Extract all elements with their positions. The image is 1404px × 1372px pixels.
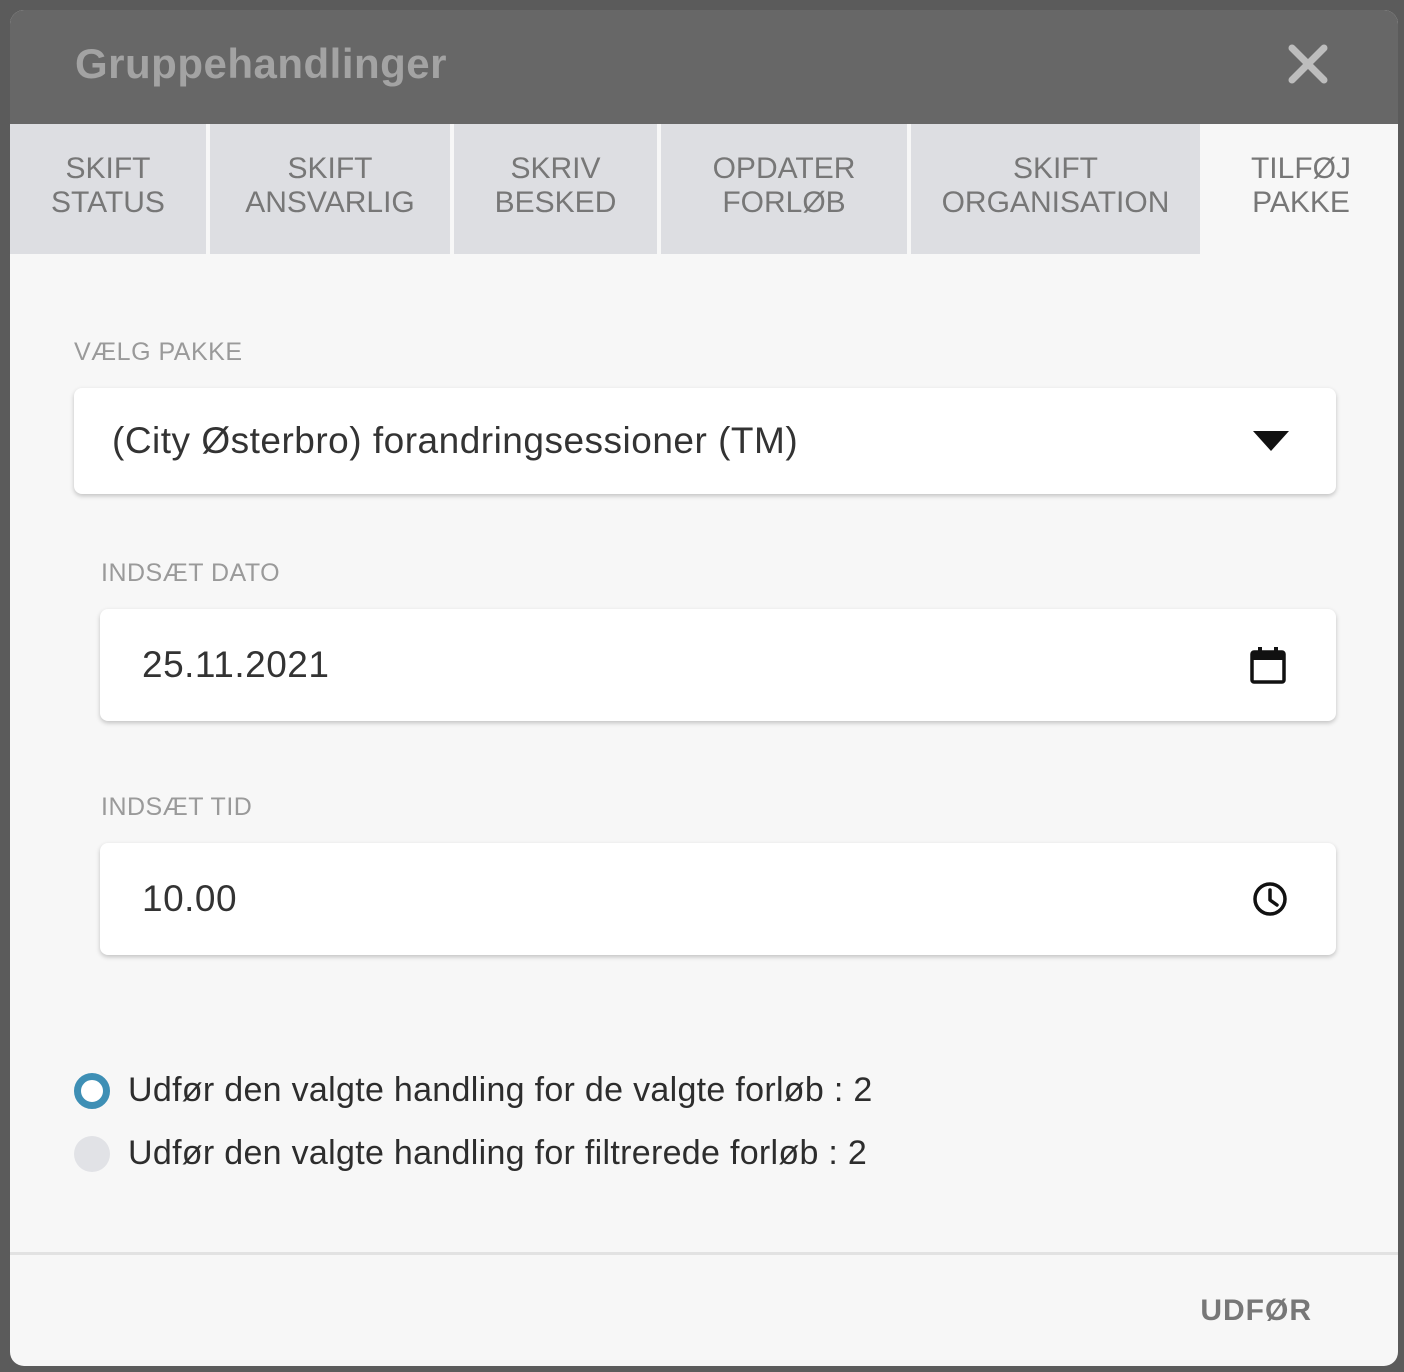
time-label: INDSÆT TID <box>101 793 253 821</box>
tab-opdater-forloeb[interactable]: OPDATER FORLØB <box>661 124 907 254</box>
group-actions-dialog: Gruppehandlinger SKIFT STATUS SKIFT ANSV… <box>10 10 1398 1366</box>
submit-button[interactable]: UDFØR <box>1200 1294 1312 1328</box>
tab-tilfoej-pakke[interactable]: TILFØJ PAKKE <box>1204 124 1398 254</box>
scope-option-label: Udfør den valgte handling for filtrerede… <box>128 1134 868 1172</box>
tab-skift-organisation[interactable]: SKIFT ORGANISATION <box>911 124 1200 254</box>
tab-label-line2: FORLØB <box>722 186 846 219</box>
tab-bar: SKIFT STATUS SKIFT ANSVARLIG SKRIV BESKE… <box>10 124 1398 254</box>
package-select-value: (City Østerbro) forandringsessioner (TM) <box>112 420 799 461</box>
tab-skriv-besked[interactable]: SKRIV BESKED <box>454 124 657 254</box>
scope-option-filtered[interactable]: Udfør den valgte handling for filtrerede… <box>74 1134 867 1173</box>
clock-icon[interactable] <box>1252 881 1288 917</box>
radio-unchecked[interactable] <box>74 1135 110 1172</box>
date-input[interactable]: 25.11.2021 <box>100 609 1336 721</box>
tab-label-line1: SKIFT <box>1012 152 1098 185</box>
date-input-value: 25.11.2021 <box>142 644 330 685</box>
tab-label-line2: STATUS <box>51 186 165 219</box>
scope-option-selected[interactable]: Udfør den valgte handling for de valgte … <box>74 1071 873 1110</box>
tab-label-line2: PAKKE <box>1252 186 1350 219</box>
scope-option-label: Udfør den valgte handling for de valgte … <box>128 1071 873 1109</box>
calendar-icon[interactable] <box>1250 646 1286 684</box>
close-icon <box>1288 44 1328 84</box>
footer-divider <box>10 1252 1398 1255</box>
tab-label-line1: SKIFT <box>65 152 151 185</box>
tab-label-line1: OPDATER <box>712 152 856 185</box>
time-input[interactable]: 10.00 <box>100 843 1336 955</box>
tab-label-line1: SKIFT <box>287 152 373 185</box>
tab-label-line2: ORGANISATION <box>941 186 1170 219</box>
tab-label-line2: BESKED <box>494 186 617 219</box>
date-label: INDSÆT DATO <box>101 559 281 587</box>
tab-skift-status[interactable]: SKIFT STATUS <box>10 124 206 254</box>
package-label: VÆLG PAKKE <box>74 338 243 366</box>
time-input-value: 10.00 <box>142 878 238 919</box>
dropdown-arrow-icon <box>1253 431 1289 451</box>
tab-label-line1: SKRIV <box>510 152 601 185</box>
radio-checked[interactable] <box>74 1072 110 1109</box>
dialog-title: Gruppehandlinger <box>75 40 448 87</box>
close-button[interactable] <box>1288 44 1328 84</box>
dialog-header: Gruppehandlinger <box>10 10 1398 124</box>
tab-label-line2: ANSVARLIG <box>245 186 415 219</box>
tab-skift-ansvarlig[interactable]: SKIFT ANSVARLIG <box>210 124 450 254</box>
tab-label-line1: TILFØJ <box>1250 152 1351 185</box>
package-select[interactable]: (City Østerbro) forandringsessioner (TM) <box>74 388 1336 494</box>
